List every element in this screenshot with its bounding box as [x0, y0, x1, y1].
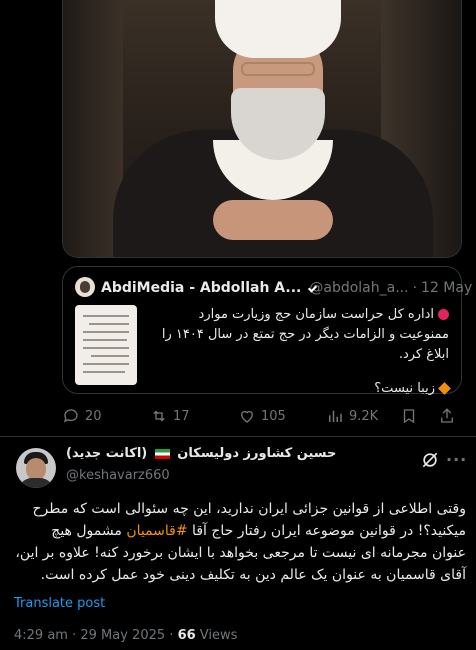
translate-post-link[interactable]: Translate post: [14, 596, 105, 611]
author-name: حسین کشاورز دولیسکان: [177, 446, 337, 461]
tweet-date[interactable]: 29 May 2025: [80, 628, 165, 643]
hashtag-link[interactable]: #قاسمیان: [126, 523, 187, 539]
reply-count: 20: [85, 408, 102, 424]
quoted-tweet-header: AbdiMedia - Abdollah A... @abdolah_a... …: [101, 278, 472, 298]
quoted-author-handle[interactable]: @abdolah_a...: [309, 280, 408, 296]
photo-figure-turban: [215, 0, 341, 58]
repost-count: 17: [173, 408, 190, 424]
red-circle-icon: [438, 309, 449, 320]
quoted-tweet-date-separator: ·: [412, 280, 418, 296]
like-icon: [241, 410, 253, 423]
iran-flag-icon: [154, 448, 170, 459]
photo-figure-glasses: [241, 62, 315, 76]
bookmark-icon: [403, 409, 415, 424]
quoted-tweet-line1: اداره کل حراست سازمان حج وزیارت موارد مم…: [161, 307, 449, 362]
views-icon: [329, 410, 342, 422]
author-handle[interactable]: @keshavarz660: [66, 468, 170, 483]
quoted-tweet-text: اداره کل حراست سازمان حج وزیارت موارد مم…: [149, 305, 451, 413]
tweet-meta: 4:29 am · 29 May 2025 · 66 Views: [14, 628, 237, 643]
tweet-time[interactable]: 4:29 am: [14, 628, 68, 643]
share-button[interactable]: [438, 404, 461, 428]
tweet-text: وقتی اطلاعی از قوانین جزائی ایران ندارید…: [14, 498, 466, 586]
more-icon[interactable]: ···: [446, 450, 466, 470]
bookmark-button[interactable]: [400, 404, 423, 428]
reply-button[interactable]: 20: [62, 404, 102, 428]
share-icon: [441, 408, 453, 423]
quoted-tweet-card[interactable]: AbdiMedia - Abdollah A... @abdolah_a... …: [62, 266, 472, 396]
author-name-suffix: (اکانت جدید): [66, 446, 148, 461]
reply-icon: [63, 409, 78, 423]
tweet-action-bar: 20 17 105 9.2K: [62, 404, 462, 428]
like-count: 105: [261, 408, 286, 424]
repost-icon: [153, 410, 165, 422]
orange-diamond-icon: [438, 382, 451, 395]
tweet-divider: [0, 436, 476, 437]
quoted-tweet-image[interactable]: [75, 305, 137, 385]
views-count: 9.2K: [349, 408, 379, 424]
quoted-author-avatar[interactable]: [75, 277, 95, 297]
quoted-author-name[interactable]: AbdiMedia - Abdollah A...: [101, 280, 301, 296]
avatar[interactable]: [16, 448, 56, 488]
like-button[interactable]: 105: [238, 404, 286, 428]
photo-figure-hands: [213, 200, 333, 240]
quoted-tweet-line2: زیبا نیست؟: [374, 381, 435, 396]
repost-button[interactable]: 17: [150, 404, 190, 428]
meta-separator: ·: [169, 628, 178, 643]
tweet-view-count: 66: [177, 628, 196, 643]
quoted-tweet-date[interactable]: 12 May: [421, 280, 472, 296]
grok-icon[interactable]: [420, 450, 440, 470]
tweet-photo[interactable]: [62, 0, 462, 258]
author-display-name[interactable]: حسین کشاورز دولیسکان (اکانت جدید): [66, 446, 366, 466]
views-button[interactable]: 9.2K: [326, 404, 378, 428]
tweet-views-label: Views: [199, 628, 238, 643]
